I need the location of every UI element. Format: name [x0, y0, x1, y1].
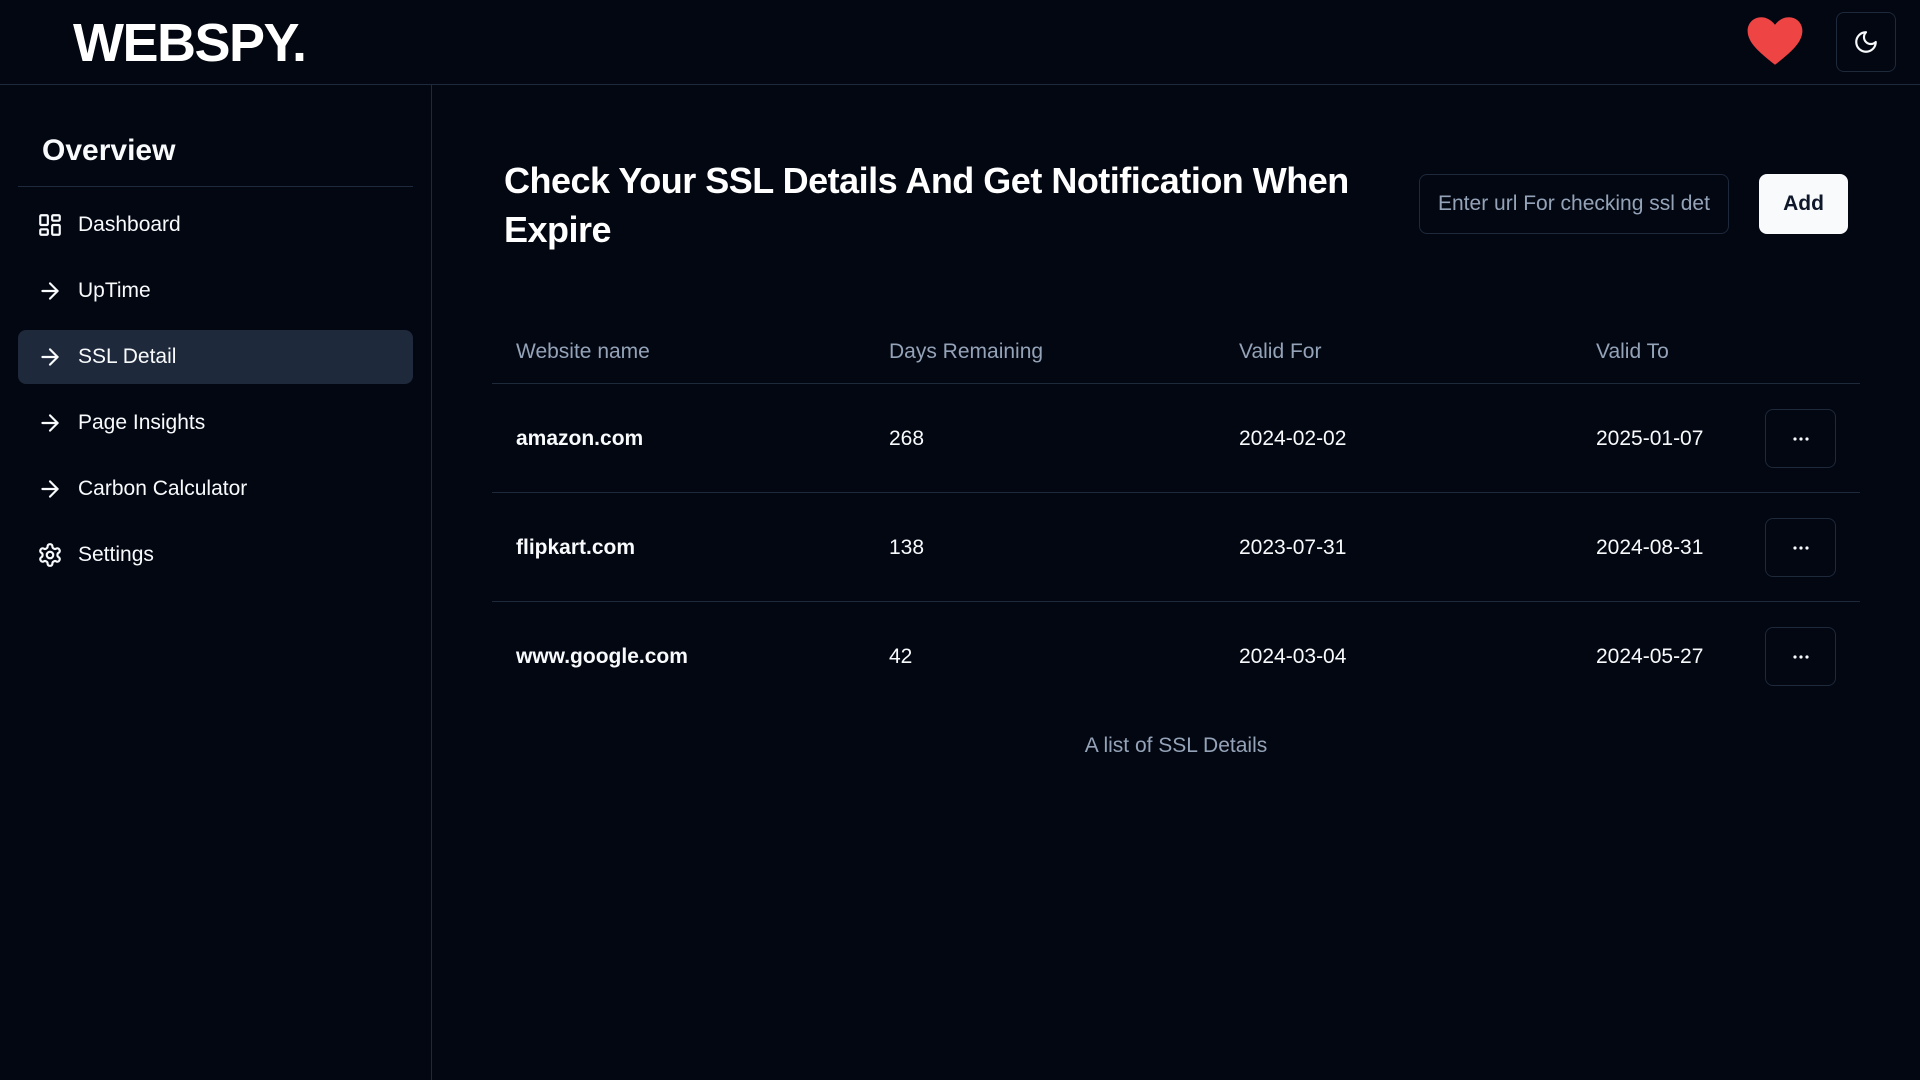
cell-days-remaining: 42 [889, 644, 913, 668]
sidebar-item-label: SSL Detail [78, 345, 177, 368]
sidebar-nav: Dashboard UpTime SSL Detail Page Insight… [18, 198, 413, 594]
theme-toggle-button[interactable] [1836, 12, 1896, 72]
sidebar-item-ssl-detail[interactable]: SSL Detail [18, 330, 413, 384]
dashboard-grid-icon [36, 211, 64, 239]
logo[interactable]: WEBSPY. [73, 14, 307, 72]
top-bar: WEBSPY. [0, 0, 1920, 85]
cell-days-remaining: 268 [889, 426, 925, 450]
heart-icon[interactable] [1746, 16, 1804, 66]
sidebar-title: Overview [42, 134, 176, 167]
row-actions-button[interactable] [1765, 627, 1836, 686]
table-caption: A list of SSL Details [1084, 734, 1268, 757]
cell-valid-to: 2024-05-27 [1596, 644, 1704, 668]
cell-valid-to: 2024-08-31 [1596, 535, 1704, 559]
sidebar-item-label: UpTime [78, 279, 151, 302]
sidebar-divider [18, 186, 413, 187]
arrow-right-icon [36, 343, 64, 371]
gear-icon [36, 541, 64, 569]
table-row: flipkart.com 138 2023-07-31 2024-08-31 [492, 493, 1860, 602]
arrow-right-icon [36, 409, 64, 437]
more-horizontal-icon [1792, 654, 1809, 659]
more-horizontal-icon [1792, 545, 1809, 550]
url-input[interactable] [1419, 174, 1729, 234]
table-row: www.google.com 42 2024-03-04 2024-05-27 [492, 602, 1860, 711]
sidebar-item-dashboard[interactable]: Dashboard [18, 198, 413, 252]
table-header: Website name Days Remaining Valid For Va… [492, 320, 1860, 384]
row-actions-button[interactable] [1765, 518, 1836, 577]
column-header-website: Website name [516, 340, 650, 363]
moon-icon [1855, 31, 1877, 53]
sidebar-item-settings[interactable]: Settings [18, 528, 413, 582]
cell-valid-for: 2023-07-31 [1239, 535, 1347, 559]
cell-website: www.google.com [516, 644, 688, 668]
cell-valid-for: 2024-03-04 [1239, 644, 1347, 668]
column-header-valid-for: Valid For [1239, 340, 1322, 363]
ssl-table: Website name Days Remaining Valid For Va… [492, 320, 1860, 711]
arrow-right-icon [36, 277, 64, 305]
sidebar-item-uptime[interactable]: UpTime [18, 264, 413, 318]
cell-valid-to: 2025-01-07 [1596, 426, 1704, 450]
sidebar-item-label: Dashboard [78, 213, 181, 236]
add-button[interactable]: Add [1759, 174, 1848, 234]
table-row: amazon.com 268 2024-02-02 2025-01-07 [492, 384, 1860, 493]
cell-website: flipkart.com [516, 535, 636, 559]
sidebar: Overview Dashboard UpTime SSL Detail Pag… [0, 85, 432, 1080]
sidebar-item-label: Settings [78, 543, 154, 566]
more-horizontal-icon [1792, 436, 1809, 441]
column-header-days-remaining: Days Remaining [889, 340, 1044, 363]
page-title: Check Your SSL Details And Get Notificat… [504, 160, 1349, 250]
cell-valid-for: 2024-02-02 [1239, 426, 1347, 450]
arrow-right-icon [36, 475, 64, 503]
cell-days-remaining: 138 [889, 535, 925, 559]
row-actions-button[interactable] [1765, 409, 1836, 468]
sidebar-item-label: Carbon Calculator [78, 477, 248, 500]
sidebar-item-carbon-calculator[interactable]: Carbon Calculator [18, 462, 413, 516]
sidebar-item-label: Page Insights [78, 411, 206, 434]
column-header-valid-to: Valid To [1596, 340, 1669, 363]
sidebar-item-page-insights[interactable]: Page Insights [18, 396, 413, 450]
cell-website: amazon.com [516, 426, 644, 450]
